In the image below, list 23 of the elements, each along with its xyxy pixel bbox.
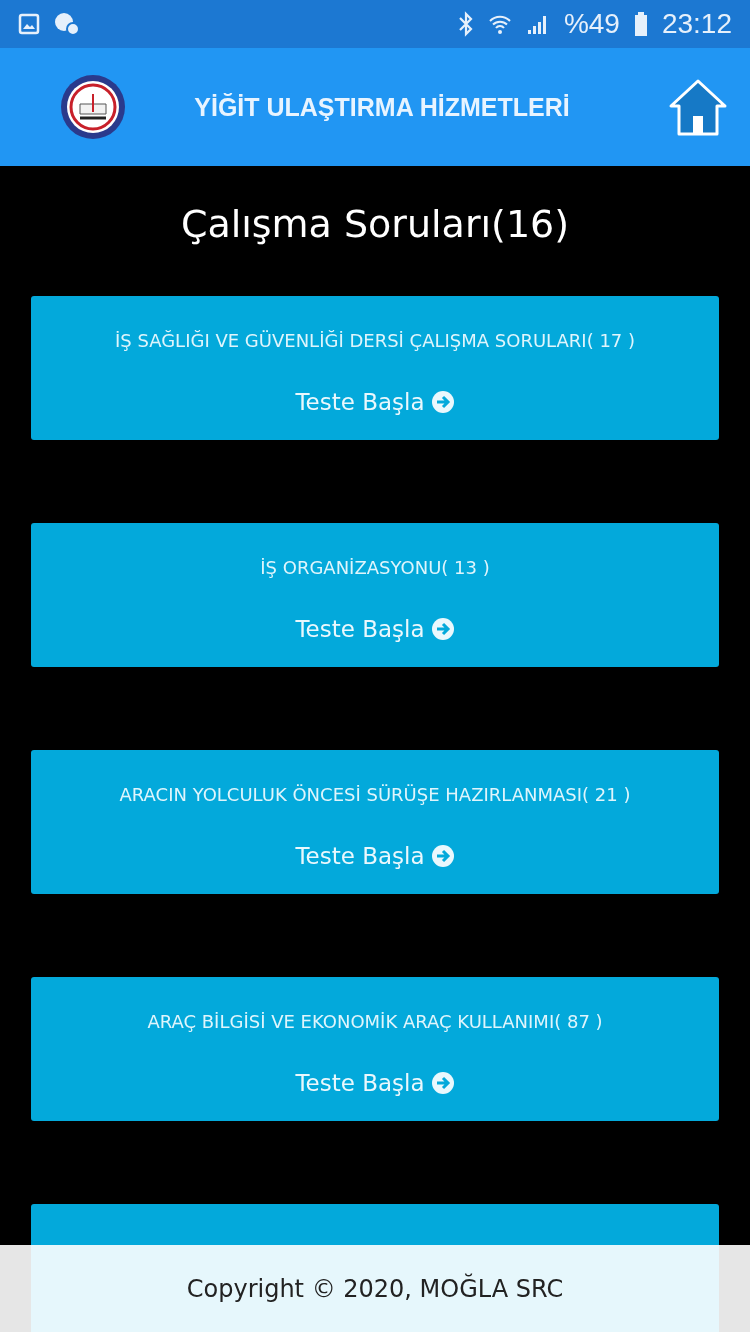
arrow-circle-icon	[430, 844, 455, 868]
image-icon	[18, 13, 40, 35]
home-icon[interactable]	[668, 78, 728, 136]
start-test-button[interactable]: Teste Başla	[295, 616, 455, 642]
battery-icon	[633, 12, 648, 36]
clock-time: 23:12	[661, 8, 732, 40]
logo-icon	[60, 74, 126, 140]
topic-title: İŞ SAĞLIĞI VE GÜVENLİĞİ DERSİ ÇALIŞMA SORULARI( 17 )	[114, 330, 636, 351]
bluetooth-icon	[457, 11, 474, 37]
copyright-text: Copyright © 2020, MOĞLA SRC	[186, 1274, 564, 1303]
arrow-circle-icon	[430, 390, 455, 414]
chat-icon	[54, 12, 80, 36]
app-title: YİĞİT ULAŞTIRMA HİZMETLERİ	[193, 92, 571, 122]
topic-title: ARACIN YOLCULUK ÖNCESİ SÜRÜŞE HAZIRLANMASI( 21 )	[119, 784, 631, 805]
battery-percent: %49	[563, 8, 620, 40]
topic-title: ARAÇ BİLGİSİ VE EKONOMİK ARAÇ KULLANIMI( 87 )	[147, 1011, 603, 1032]
start-test-button[interactable]: Teste Başla	[295, 843, 455, 869]
arrow-circle-icon	[430, 1071, 455, 1095]
start-test-button[interactable]: Teste Başla	[295, 1070, 455, 1096]
topic-title: İŞ ORGANİZASYONU( 13 )	[260, 557, 490, 578]
arrow-circle-icon	[430, 617, 455, 641]
start-test-button[interactable]: Teste Başla	[295, 389, 455, 415]
page-title: Çalışma Soruları(16)	[179, 202, 571, 246]
